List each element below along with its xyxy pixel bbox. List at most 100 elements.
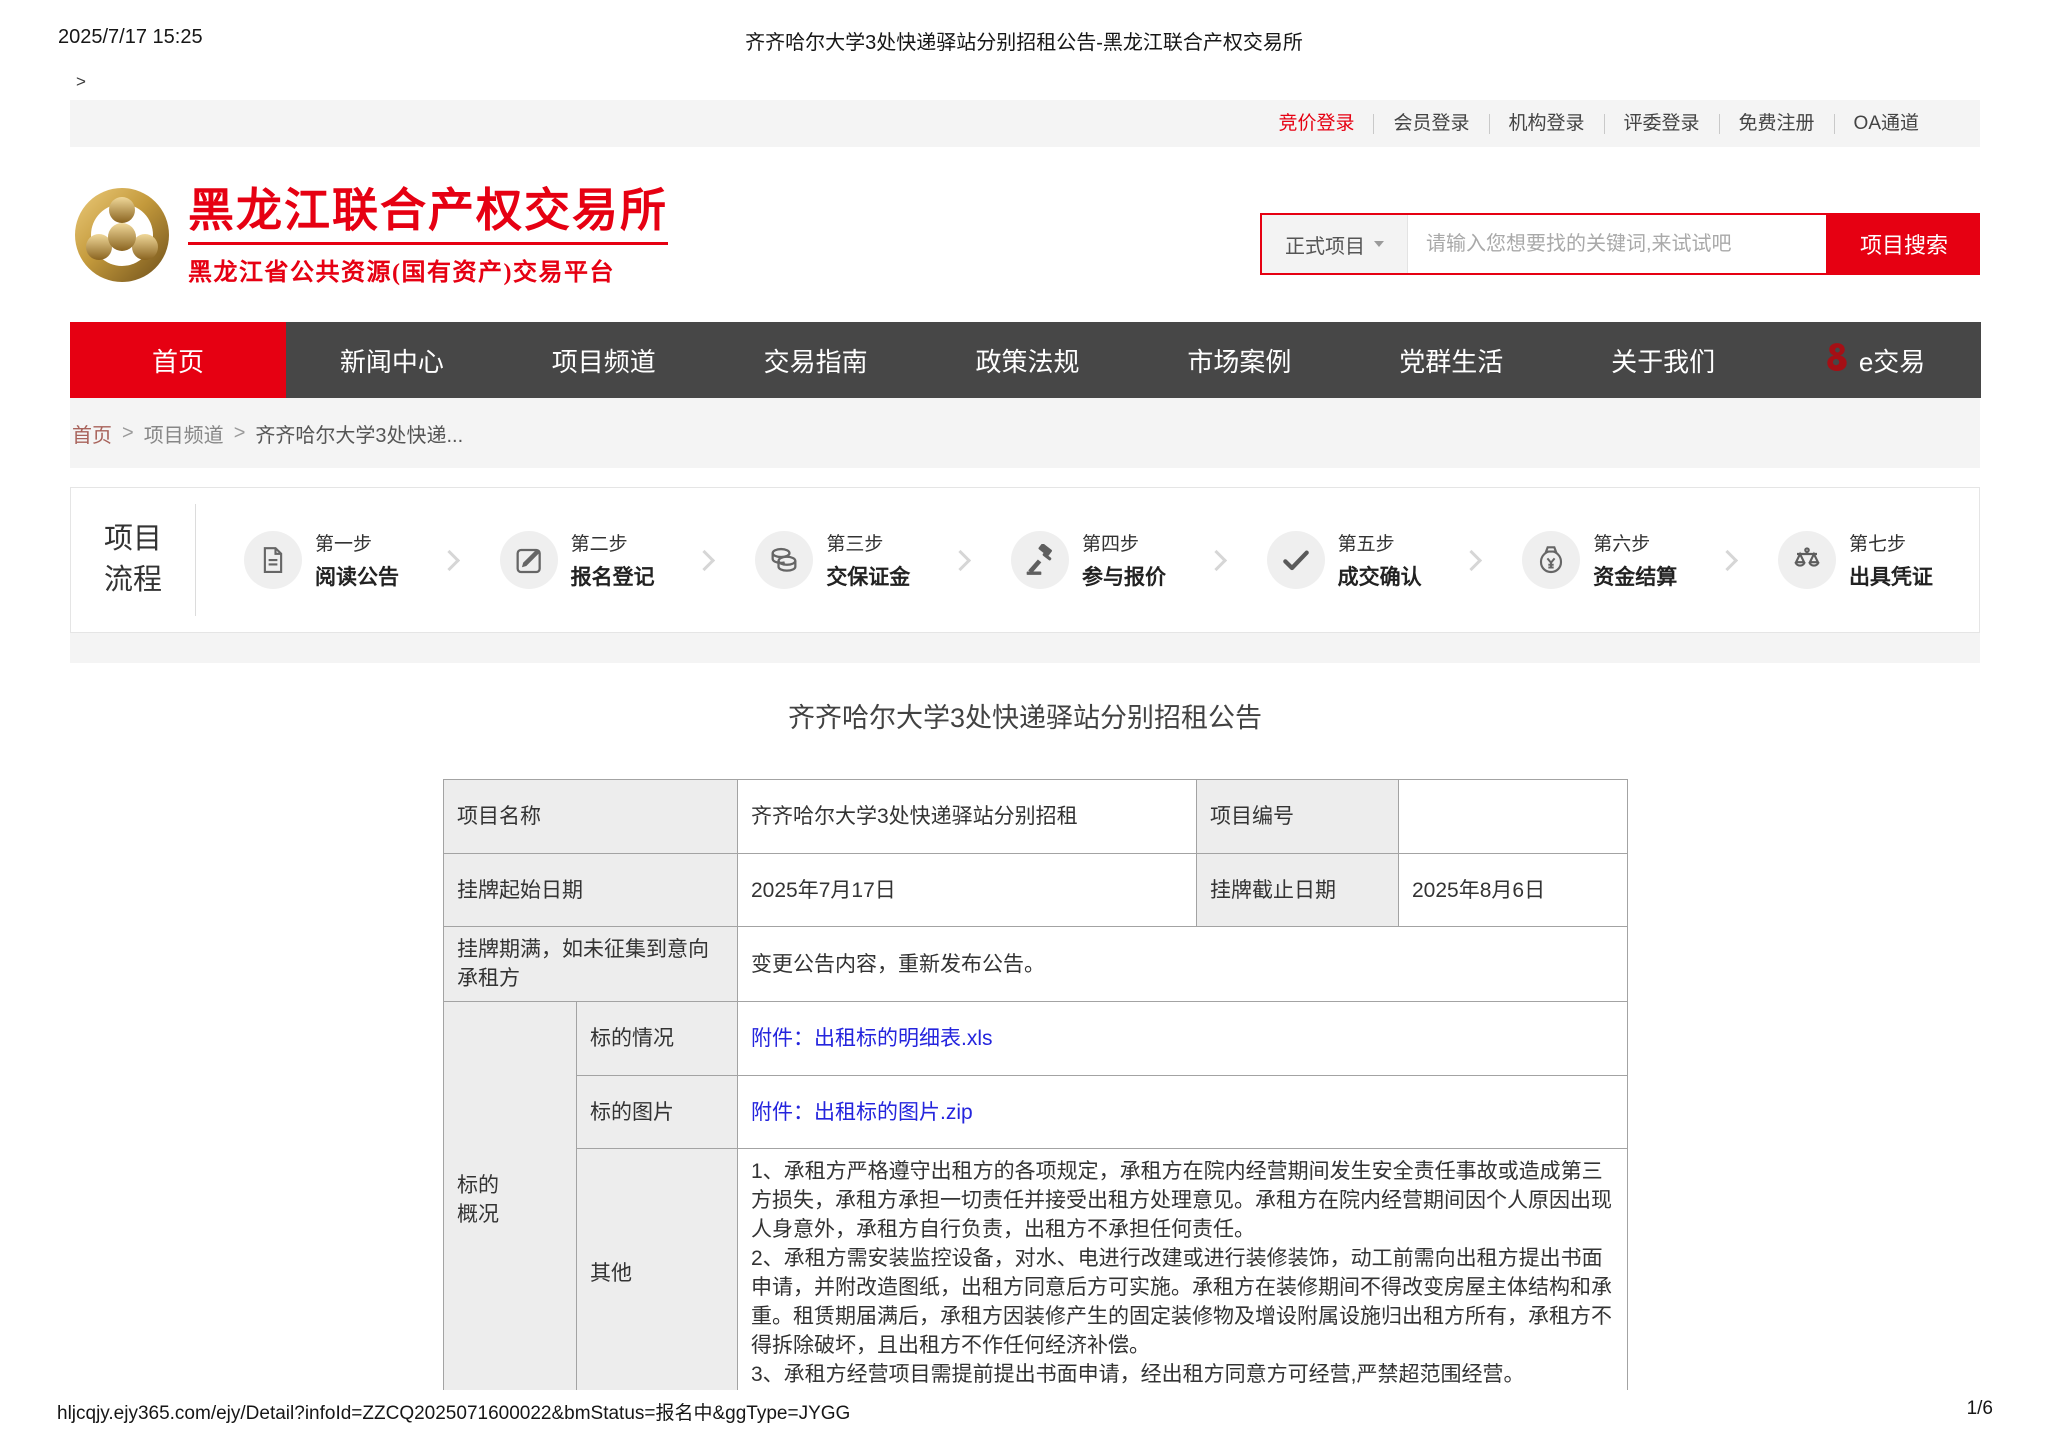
chevron-down-icon bbox=[1374, 241, 1384, 247]
table-row: 标的 概况 标的情况 附件：出租标的明细表.xls bbox=[444, 1002, 1628, 1076]
check-icon bbox=[1267, 531, 1325, 589]
breadcrumb-current: 齐齐哈尔大学3处快递... bbox=[255, 419, 463, 448]
flow-step-bid: 第四步 参与报价 bbox=[1011, 529, 1166, 591]
link-bid-login[interactable]: 竞价登录 bbox=[1259, 114, 1373, 134]
project-name-value: 齐齐哈尔大学3处快递驿站分别招租 bbox=[738, 780, 1197, 854]
chevron-right-icon bbox=[694, 549, 715, 570]
breadcrumb-projects[interactable]: 项目频道 bbox=[144, 419, 224, 448]
other-term-1: 1、承租方严格遵守出租方的各项规定，承租方在院内经营期间发生安全责任事故或造成第… bbox=[751, 1157, 1614, 1244]
nav-item-trade-guide[interactable]: 交易指南 bbox=[710, 322, 922, 398]
login-bar: 竞价登录 会员登录 机构登录 评委登录 免费注册 OA通道 bbox=[70, 100, 1980, 147]
table-row: 项目名称 齐齐哈尔大学3处快递驿站分别招租 项目编号 bbox=[444, 780, 1628, 854]
end-date-label: 挂牌截止日期 bbox=[1197, 854, 1399, 927]
breadcrumb-separator: > bbox=[122, 422, 134, 445]
step-name: 成交确认 bbox=[1338, 561, 1422, 591]
other-term-3: 3、承租方经营项目需提前提出书面申请，经出租方同意方可经营,严禁超范围经营。 bbox=[751, 1360, 1614, 1389]
link-judge-login[interactable]: 评委登录 bbox=[1604, 114, 1719, 134]
start-date-label: 挂牌起始日期 bbox=[444, 854, 738, 927]
link-member-login[interactable]: 会员登录 bbox=[1373, 114, 1488, 134]
attachment-link-xls[interactable]: 附件：出租标的明细表.xls bbox=[751, 1027, 993, 1050]
page-title: 齐齐哈尔大学3处快递驿站分别招租公告 bbox=[70, 696, 1980, 735]
project-no-value bbox=[1399, 780, 1628, 854]
table-row: 其他 1、承租方严格遵守出租方的各项规定，承租方在院内经营期间发生安全责任事故或… bbox=[444, 1149, 1628, 1391]
chevron-right-icon bbox=[439, 549, 460, 570]
other-label: 其他 bbox=[577, 1149, 738, 1391]
search-category-value: 正式项目 bbox=[1285, 230, 1365, 259]
stray-character: > bbox=[76, 72, 86, 92]
nav-item-cases[interactable]: 市场案例 bbox=[1134, 322, 1346, 398]
site-header: 黑龙江联合产权交易所 黑龙江省公共资源(国有资产)交易平台 正式项目 项目搜索 bbox=[70, 147, 1980, 322]
main-nav: 首页 新闻中心 项目频道 交易指南 政策法规 市场案例 党群生活 关于我们 e交… bbox=[70, 322, 1981, 398]
project-no-label: 项目编号 bbox=[1197, 780, 1399, 854]
section-gap bbox=[70, 633, 1980, 663]
flow-step-register: 第二步 报名登记 bbox=[500, 529, 655, 591]
link-institution-login[interactable]: 机构登录 bbox=[1489, 114, 1604, 134]
expiry-label: 挂牌期满，如未征集到意向承租方 bbox=[444, 927, 738, 1002]
search-category-select[interactable]: 正式项目 bbox=[1262, 215, 1408, 273]
nav-item-etrade[interactable]: e交易 bbox=[1769, 322, 1981, 398]
print-page-number: 1/6 bbox=[1967, 1398, 1993, 1420]
nav-item-policies[interactable]: 政策法规 bbox=[922, 322, 1134, 398]
announcement-content: 齐齐哈尔大学3处快递驿站分别招租公告 项目名称 齐齐哈尔大学3处快递驿站分别招租… bbox=[70, 663, 1980, 1390]
attachment-link-zip[interactable]: 附件：出租标的图片.zip bbox=[751, 1101, 973, 1124]
money-bag-icon bbox=[1522, 531, 1580, 589]
start-date-value: 2025年7月17日 bbox=[738, 854, 1197, 927]
logo-text: 黑龙江联合产权交易所 黑龙江省公共资源(国有资产)交易平台 bbox=[188, 185, 668, 287]
flow-step-settlement: 第六步 资金结算 bbox=[1522, 529, 1677, 591]
breadcrumb-home[interactable]: 首页 bbox=[72, 419, 112, 448]
nav-item-party-life[interactable]: 党群生活 bbox=[1345, 322, 1557, 398]
flow-step-deposit: 第三步 交保证金 bbox=[755, 529, 910, 591]
chevron-right-icon bbox=[950, 549, 971, 570]
nav-item-home[interactable]: 首页 bbox=[70, 322, 286, 398]
print-doc-title: 齐齐哈尔大学3处快递驿站分别招租公告-黑龙江联合产权交易所 bbox=[0, 26, 2048, 55]
project-flow: 项目 流程 第一步 阅读公告 第二步 bbox=[70, 487, 1980, 633]
flow-steps: 第一步 阅读公告 第二步 报名登记 bbox=[196, 529, 1979, 591]
step-number: 第一步 bbox=[315, 529, 399, 556]
chevron-right-icon bbox=[1461, 549, 1482, 570]
project-search-bar: 正式项目 项目搜索 bbox=[1260, 213, 1980, 275]
search-input[interactable] bbox=[1408, 215, 1826, 273]
link-oa-channel[interactable]: OA通道 bbox=[1834, 114, 1938, 134]
step-name: 阅读公告 bbox=[315, 561, 399, 591]
step-name: 资金结算 bbox=[1593, 561, 1677, 591]
project-search-button[interactable]: 项目搜索 bbox=[1828, 213, 1980, 275]
flow-step-read-notice: 第一步 阅读公告 bbox=[244, 529, 399, 591]
step-number: 第四步 bbox=[1082, 529, 1166, 556]
nav-item-news[interactable]: 新闻中心 bbox=[286, 322, 498, 398]
subject-image-cell: 附件：出租标的图片.zip bbox=[738, 1076, 1628, 1149]
chevron-right-icon bbox=[1717, 549, 1738, 570]
other-term-2: 2、承租方需安装监控设备，对水、电进行改建或进行装修装饰，动工前需向出租方提出书… bbox=[751, 1244, 1614, 1360]
expiry-value: 变更公告内容，重新发布公告。 bbox=[738, 927, 1628, 1002]
coins-icon bbox=[755, 531, 813, 589]
print-header: 2025/7/17 15:25 齐齐哈尔大学3处快递驿站分别招租公告-黑龙江联合… bbox=[0, 26, 2048, 52]
print-url: hljcqjy.ejy365.com/ejy/Detail?infoId=ZZC… bbox=[57, 1398, 850, 1425]
gavel-icon bbox=[1011, 531, 1069, 589]
search-field-group: 正式项目 bbox=[1260, 213, 1828, 275]
breadcrumb-separator: > bbox=[234, 422, 246, 445]
breadcrumb: 首页 > 项目频道 > 齐齐哈尔大学3处快递... bbox=[70, 398, 1980, 468]
chevron-right-icon bbox=[1206, 549, 1227, 570]
step-number: 第五步 bbox=[1338, 529, 1422, 556]
step-name: 交保证金 bbox=[826, 561, 910, 591]
step-name: 参与报价 bbox=[1082, 561, 1166, 591]
project-flow-label: 项目 流程 bbox=[71, 519, 195, 601]
edit-icon bbox=[500, 531, 558, 589]
nav-item-about[interactable]: 关于我们 bbox=[1557, 322, 1769, 398]
table-row: 标的图片 附件：出租标的图片.zip bbox=[444, 1076, 1628, 1149]
document-icon bbox=[244, 531, 302, 589]
nav-item-projects[interactable]: 项目频道 bbox=[498, 322, 710, 398]
flow-step-certificate: 第七步 出具凭证 bbox=[1778, 529, 1933, 591]
end-date-value: 2025年8月6日 bbox=[1399, 854, 1628, 927]
step-number: 第三步 bbox=[826, 529, 910, 556]
subject-info-cell: 附件：出租标的明细表.xls bbox=[738, 1002, 1628, 1076]
step-number: 第二步 bbox=[571, 529, 655, 556]
logo-emblem-icon bbox=[72, 185, 172, 290]
subject-image-label: 标的图片 bbox=[577, 1076, 738, 1149]
logo-subtitle: 黑龙江省公共资源(国有资产)交易平台 bbox=[188, 252, 668, 287]
step-name: 报名登记 bbox=[571, 561, 655, 591]
e-trade-seal-icon bbox=[1825, 342, 1849, 379]
logo-title: 黑龙江联合产权交易所 bbox=[188, 185, 668, 245]
link-free-register[interactable]: 免费注册 bbox=[1719, 114, 1834, 134]
site-logo[interactable]: 黑龙江联合产权交易所 黑龙江省公共资源(国有资产)交易平台 bbox=[72, 185, 668, 290]
subject-info-label: 标的情况 bbox=[577, 1002, 738, 1076]
